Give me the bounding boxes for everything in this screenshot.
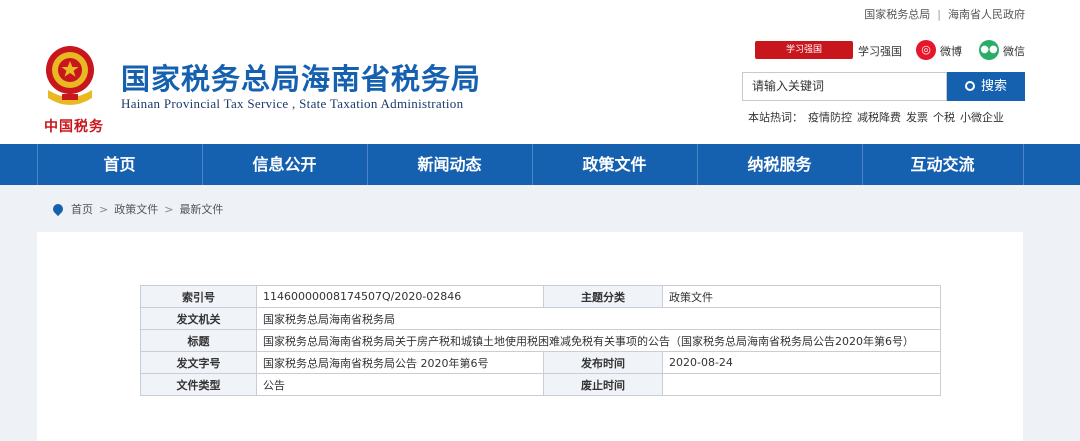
search-icon [964,81,975,91]
table-row: 发文机关 国家税务总局海南省税务局 [140,307,941,330]
nav-item-policy[interactable]: 政策文件 [532,144,697,185]
hot-word-link[interactable]: 减税降费 [857,111,901,124]
table-row: 发文字号 国家税务总局海南省税务局公告 2020年第6号 发布时间 2020-0… [140,351,941,374]
topic-label: 主题分类 [543,285,663,308]
breadcrumb-latest[interactable]: 最新文件 [179,203,223,216]
issuer-value: 国家税务总局海南省税务局 [256,307,941,330]
search-button[interactable]: 搜索 [947,72,1025,101]
breadcrumb-separator: > [99,203,109,216]
issuer-label: 发文机关 [140,307,257,330]
table-row: 文件类型 公告 废止时间 [140,373,941,396]
filetype-value: 公告 [256,373,544,396]
wechat-icon[interactable]: ●● [979,40,999,60]
weibo-link[interactable]: 微博 [940,43,962,59]
weibo-icon[interactable]: ◎ [916,40,936,60]
pubdate-label: 发布时间 [543,351,663,374]
table-row: 索引号 11460000008174507Q/2020-02846 主题分类 政… [140,285,941,308]
index-label: 索引号 [140,285,257,308]
china-tax-brand: 中国税务 [44,119,104,135]
breadcrumb-home[interactable]: 首页 [71,203,93,216]
nav-item-news[interactable]: 新闻动态 [367,144,532,185]
top-link-separator: | [937,8,941,21]
filetype-label: 文件类型 [140,373,257,396]
nav-divider [1023,144,1024,185]
link-sat[interactable]: 国家税务总局 [864,8,930,21]
abolish-label: 废止时间 [543,373,663,396]
hot-words-label: 本站热词： [748,111,803,124]
hot-words: 本站热词： 疫情防控 减税降费 发票 个税 小微企业 [748,109,1004,125]
nav-item-home[interactable]: 首页 [37,144,202,185]
nav-item-interaction[interactable]: 互动交流 [862,144,1023,185]
search-input[interactable]: 请输入关键词 [742,72,947,101]
xuexi-qiangguo-badge[interactable]: 学习强国 [755,41,853,59]
hot-word-link[interactable]: 小微企业 [960,111,1004,124]
site-subtitle-en: Hainan Provincial Tax Service , State Ta… [121,96,464,111]
nav-item-tax-service[interactable]: 纳税服务 [697,144,862,185]
breadcrumb-separator: > [164,203,174,216]
tax-emblem-icon[interactable] [40,40,100,114]
abolish-value [662,373,941,396]
breadcrumb-policy[interactable]: 政策文件 [114,203,158,216]
breadcrumb: 首页 > 政策文件 > 最新文件 [50,201,223,217]
search-button-label: 搜索 [980,79,1007,94]
hot-word-link[interactable]: 疫情防控 [808,111,852,124]
top-link-bar: 国家税务总局 | 海南省人民政府 [0,0,1080,26]
document-info-table: 索引号 11460000008174507Q/2020-02846 主题分类 政… [140,285,941,396]
hot-word-link[interactable]: 发票 [906,111,928,124]
site-title[interactable]: 国家税务总局海南省税务局 [121,56,481,98]
pubdate-value: 2020-08-24 [662,351,941,374]
wechat-link[interactable]: 微信 [1003,43,1025,59]
main-nav: 首页 信息公开 新闻动态 政策文件 纳税服务 互动交流 [0,144,1080,185]
table-row: 标题 国家税务总局海南省税务局关于房产税和城镇土地使用税困难减免税有关事项的公告… [140,329,941,352]
top-links: 国家税务总局 | 海南省人民政府 [864,6,1025,22]
link-hainan-gov[interactable]: 海南省人民政府 [948,8,1025,21]
docno-label: 发文字号 [140,351,257,374]
xuexi-qiangguo-link[interactable]: 学习强国 [858,43,902,59]
hot-word-link[interactable]: 个税 [933,111,955,124]
location-pin-icon [50,201,66,217]
nav-item-info-disclosure[interactable]: 信息公开 [202,144,367,185]
topic-value: 政策文件 [662,285,941,308]
index-value: 11460000008174507Q/2020-02846 [256,285,544,308]
site-header: 中国税务 国家税务总局海南省税务局 Hainan Provincial Tax … [0,26,1080,144]
title-value: 国家税务总局海南省税务局关于房产税和城镇土地使用税困难减免税有关事项的公告（国家… [256,329,941,352]
title-label: 标题 [140,329,257,352]
docno-value: 国家税务总局海南省税务局公告 2020年第6号 [256,351,544,374]
